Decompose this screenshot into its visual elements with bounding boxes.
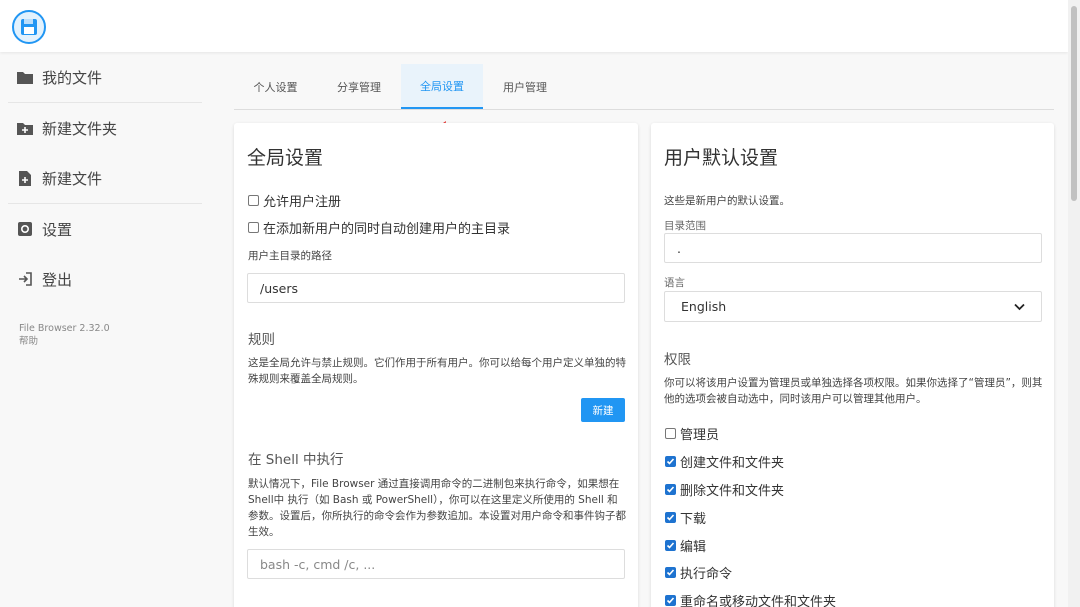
sidebar-item-label: 设置: [42, 220, 73, 239]
top-bar: [0, 0, 1068, 52]
sidebar-item-new-folder[interactable]: 新建文件夹: [0, 103, 210, 153]
language-label: 语言: [664, 277, 685, 289]
permission-checkbox[interactable]: [665, 539, 676, 551]
permission-label: 创建文件和文件夹: [680, 456, 785, 472]
permissions-list: 管理员 创建文件和文件夹 删除文件和文件夹 下载 编辑 执行命令 重命名或移动文…: [665, 420, 836, 607]
permission-checkbox[interactable]: [665, 428, 676, 440]
home-path-input[interactable]: /users: [247, 273, 625, 303]
shell-description: 默认情况下，File Browser 通过直接调用命令的二进制包来执行命令，如果…: [248, 478, 626, 538]
sidebar-item-logout[interactable]: 登出: [0, 254, 210, 304]
tab-share-management[interactable]: 分享管理: [317, 64, 401, 109]
shell-title: 在 Shell 中执行: [248, 452, 344, 468]
version-text: File Browser 2.32.0: [19, 323, 110, 334]
floppy-disk-icon[interactable]: [12, 10, 46, 44]
permission-delete-row[interactable]: 删除文件和文件夹: [665, 476, 836, 504]
scope-input[interactable]: .: [664, 233, 1042, 263]
permission-create-row[interactable]: 创建文件和文件夹: [665, 448, 836, 476]
scrollbar-thumb[interactable]: [1071, 6, 1077, 201]
sidebar-item-my-files[interactable]: 我的文件: [0, 52, 210, 102]
allow-signup-row[interactable]: 允许用户注册: [248, 191, 341, 210]
create-home-checkbox[interactable]: [248, 222, 259, 233]
logout-icon: [16, 270, 34, 288]
folder-plus-icon: [16, 119, 34, 137]
home-path-label: 用户主目录的路径: [248, 250, 332, 262]
scope-label: 目录范围: [664, 220, 706, 232]
permissions-title: 权限: [664, 352, 691, 368]
permissions-description: 你可以将该用户设置为管理员或单独选择各项权限。如果你选择了“管理员”，则其他的选…: [664, 377, 1043, 405]
permission-checkbox[interactable]: [665, 511, 676, 523]
tab-user-management[interactable]: 用户管理: [483, 64, 567, 109]
sidebar: 我的文件 新建文件夹 新建文件 设置 登出 File Browser 2.32.…: [0, 52, 210, 347]
allow-signup-checkbox[interactable]: [248, 195, 259, 206]
tab-global-settings[interactable]: 全局设置: [401, 64, 483, 109]
permission-label: 执行命令: [680, 567, 733, 583]
permission-execute-row[interactable]: 执行命令: [665, 559, 836, 587]
user-defaults-description: 这些是新用户的默认设置。: [664, 195, 790, 207]
language-select[interactable]: English: [664, 291, 1042, 322]
sidebar-item-label: 新建文件: [42, 169, 103, 188]
help-link[interactable]: 帮助: [19, 335, 110, 348]
new-rule-button[interactable]: 新建: [581, 398, 625, 422]
sidebar-item-label: 新建文件夹: [42, 119, 118, 138]
permission-download-row[interactable]: 下载: [665, 503, 836, 531]
global-settings-card: 全局设置 允许用户注册 在添加新用户的同时自动创建用户的主目录 用户主目录的路径…: [234, 123, 638, 607]
tab-personal-settings[interactable]: 个人设置: [234, 64, 317, 109]
gear-icon: [16, 220, 34, 238]
page-title: 全局设置: [247, 147, 324, 169]
credits: File Browser 2.32.0 帮助: [19, 322, 110, 348]
permission-edit-row[interactable]: 编辑: [665, 531, 836, 559]
shell-input[interactable]: bash -c, cmd /c, ...: [247, 549, 625, 579]
create-home-label: 在添加新用户的同时自动创建用户的主目录: [263, 222, 511, 237]
permission-checkbox[interactable]: [665, 456, 676, 468]
chevron-down-icon: [1014, 299, 1025, 314]
permission-rename-row[interactable]: 重命名或移动文件和文件夹: [665, 587, 836, 607]
permission-checkbox[interactable]: [665, 483, 676, 495]
permission-checkbox[interactable]: [665, 595, 676, 607]
permission-admin-row[interactable]: 管理员: [665, 420, 836, 448]
user-defaults-title: 用户默认设置: [664, 147, 779, 169]
rules-description: 这是全局允许与禁止规则。它们作用于所有用户。你可以给每个用户定义单独的特殊规则来…: [248, 357, 626, 385]
permission-label: 编辑: [680, 539, 707, 555]
folder-icon: [16, 68, 34, 86]
sidebar-item-settings[interactable]: 设置: [0, 204, 210, 254]
sidebar-item-label: 登出: [42, 270, 73, 289]
permission-label: 管理员: [680, 428, 720, 444]
rules-title: 规则: [248, 332, 275, 348]
allow-signup-label: 允许用户注册: [263, 195, 342, 210]
language-selected-value: English: [681, 299, 727, 314]
create-home-row[interactable]: 在添加新用户的同时自动创建用户的主目录: [248, 218, 510, 237]
user-defaults-card: 用户默认设置 这些是新用户的默认设置。 目录范围 . 语言 English 权限…: [651, 123, 1054, 607]
permission-checkbox[interactable]: [665, 567, 676, 579]
sidebar-item-label: 我的文件: [42, 68, 103, 87]
file-plus-icon: [16, 169, 34, 187]
permission-label: 下载: [680, 511, 707, 527]
permission-label: 删除文件和文件夹: [680, 483, 785, 499]
permission-label: 重命名或移动文件和文件夹: [680, 595, 837, 607]
page-scrollbar[interactable]: [1068, 0, 1080, 607]
settings-tabs: 个人设置 分享管理 全局设置 用户管理: [234, 64, 1054, 110]
sidebar-item-new-file[interactable]: 新建文件: [0, 153, 210, 203]
